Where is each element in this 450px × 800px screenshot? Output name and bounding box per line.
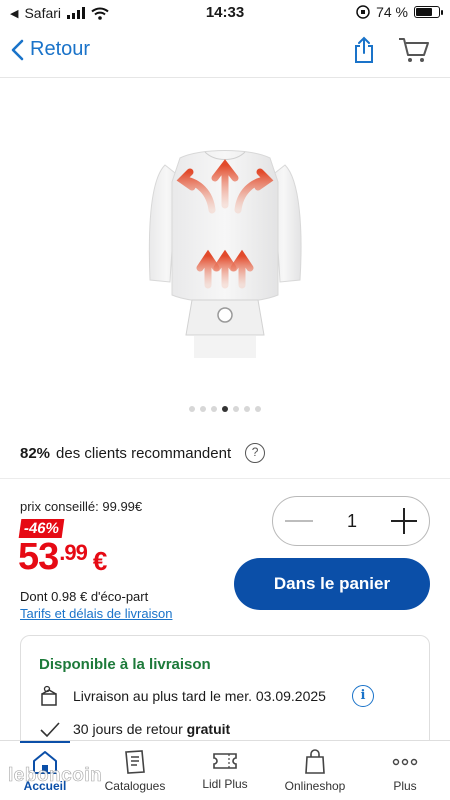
- status-bar: ◀ Safari 14:33 74 %: [0, 0, 450, 26]
- price-main: 53: [18, 536, 59, 578]
- delivery-row: Livraison au plus tard le mer. 03.09.202…: [39, 685, 374, 707]
- delivery-rates-link[interactable]: Tarifs et délais de livraison: [20, 606, 172, 621]
- eco-fee: Dont 0.98 € d'éco-part: [20, 589, 149, 604]
- tab-lidl-plus[interactable]: Lidl Plus: [180, 741, 270, 800]
- carousel-dot[interactable]: [189, 406, 195, 412]
- carousel-dots[interactable]: [0, 406, 450, 412]
- chevron-left-icon: [11, 39, 24, 60]
- tab-label-plus: Plus: [393, 779, 417, 793]
- delivery-text: Livraison au plus tard le mer. 03.09.202…: [73, 688, 326, 704]
- price: 53 .99 €: [18, 536, 108, 579]
- nav-bar: Retour: [0, 26, 450, 78]
- return-free: gratuit: [186, 721, 231, 737]
- carousel-dot[interactable]: [255, 406, 261, 412]
- quantity-stepper: 1: [272, 496, 430, 546]
- carousel-dot[interactable]: [222, 406, 228, 412]
- info-icon[interactable]: i: [351, 685, 374, 707]
- tab-plus[interactable]: Plus: [360, 741, 450, 800]
- availability-title: Disponible à la livraison: [39, 656, 211, 673]
- delivery-box-icon: [41, 685, 57, 706]
- tab-label-onlineshop: Onlineshop: [284, 779, 346, 793]
- ticket-icon: [213, 753, 237, 769]
- back-label: Retour: [30, 38, 91, 60]
- quantity-value[interactable]: 1: [347, 511, 357, 532]
- shirt-dryer-image: [148, 150, 302, 358]
- orientation-lock-icon: [356, 5, 370, 19]
- decrement-button[interactable]: [285, 520, 313, 522]
- return-row: 30 jours de retour gratuit: [39, 720, 230, 738]
- carousel-dot[interactable]: [233, 406, 239, 412]
- watermark: leboncoin: [8, 765, 103, 787]
- battery-icon: [414, 6, 443, 18]
- more-icon: [392, 758, 418, 766]
- catalog-icon: [125, 750, 145, 774]
- recommend-text: des clients recommandent: [56, 444, 232, 462]
- shopping-bag-icon: [305, 749, 325, 774]
- recommended-price: prix conseillé: 99.99€: [20, 499, 143, 514]
- carousel-dot[interactable]: [211, 406, 217, 412]
- recommend-percent: 82%: [20, 444, 51, 462]
- recommend-row: 82% des clients recommandent ?: [20, 443, 266, 463]
- add-to-cart-button[interactable]: Dans le panier: [234, 558, 430, 610]
- tab-label-lidl-plus: Lidl Plus: [202, 777, 248, 791]
- help-icon[interactable]: ?: [245, 443, 266, 463]
- tab-catalogues[interactable]: Catalogues: [90, 741, 180, 800]
- carousel-dot[interactable]: [244, 406, 250, 412]
- checkmark-icon: [40, 722, 60, 738]
- price-cents: .99: [59, 540, 88, 565]
- increment-button[interactable]: [390, 508, 417, 534]
- cart-icon[interactable]: [398, 36, 430, 64]
- tab-label-catalogues: Catalogues: [104, 779, 166, 793]
- share-icon[interactable]: [352, 36, 376, 64]
- divider: [0, 478, 450, 479]
- back-button[interactable]: Retour: [10, 38, 90, 61]
- carousel-dot[interactable]: [200, 406, 206, 412]
- battery-percent: 74 %: [376, 4, 408, 20]
- price-currency: €: [92, 546, 108, 576]
- tab-onlineshop[interactable]: Onlineshop: [270, 741, 360, 800]
- product-image[interactable]: [0, 110, 450, 380]
- return-text: 30 jours de retour: [73, 721, 183, 737]
